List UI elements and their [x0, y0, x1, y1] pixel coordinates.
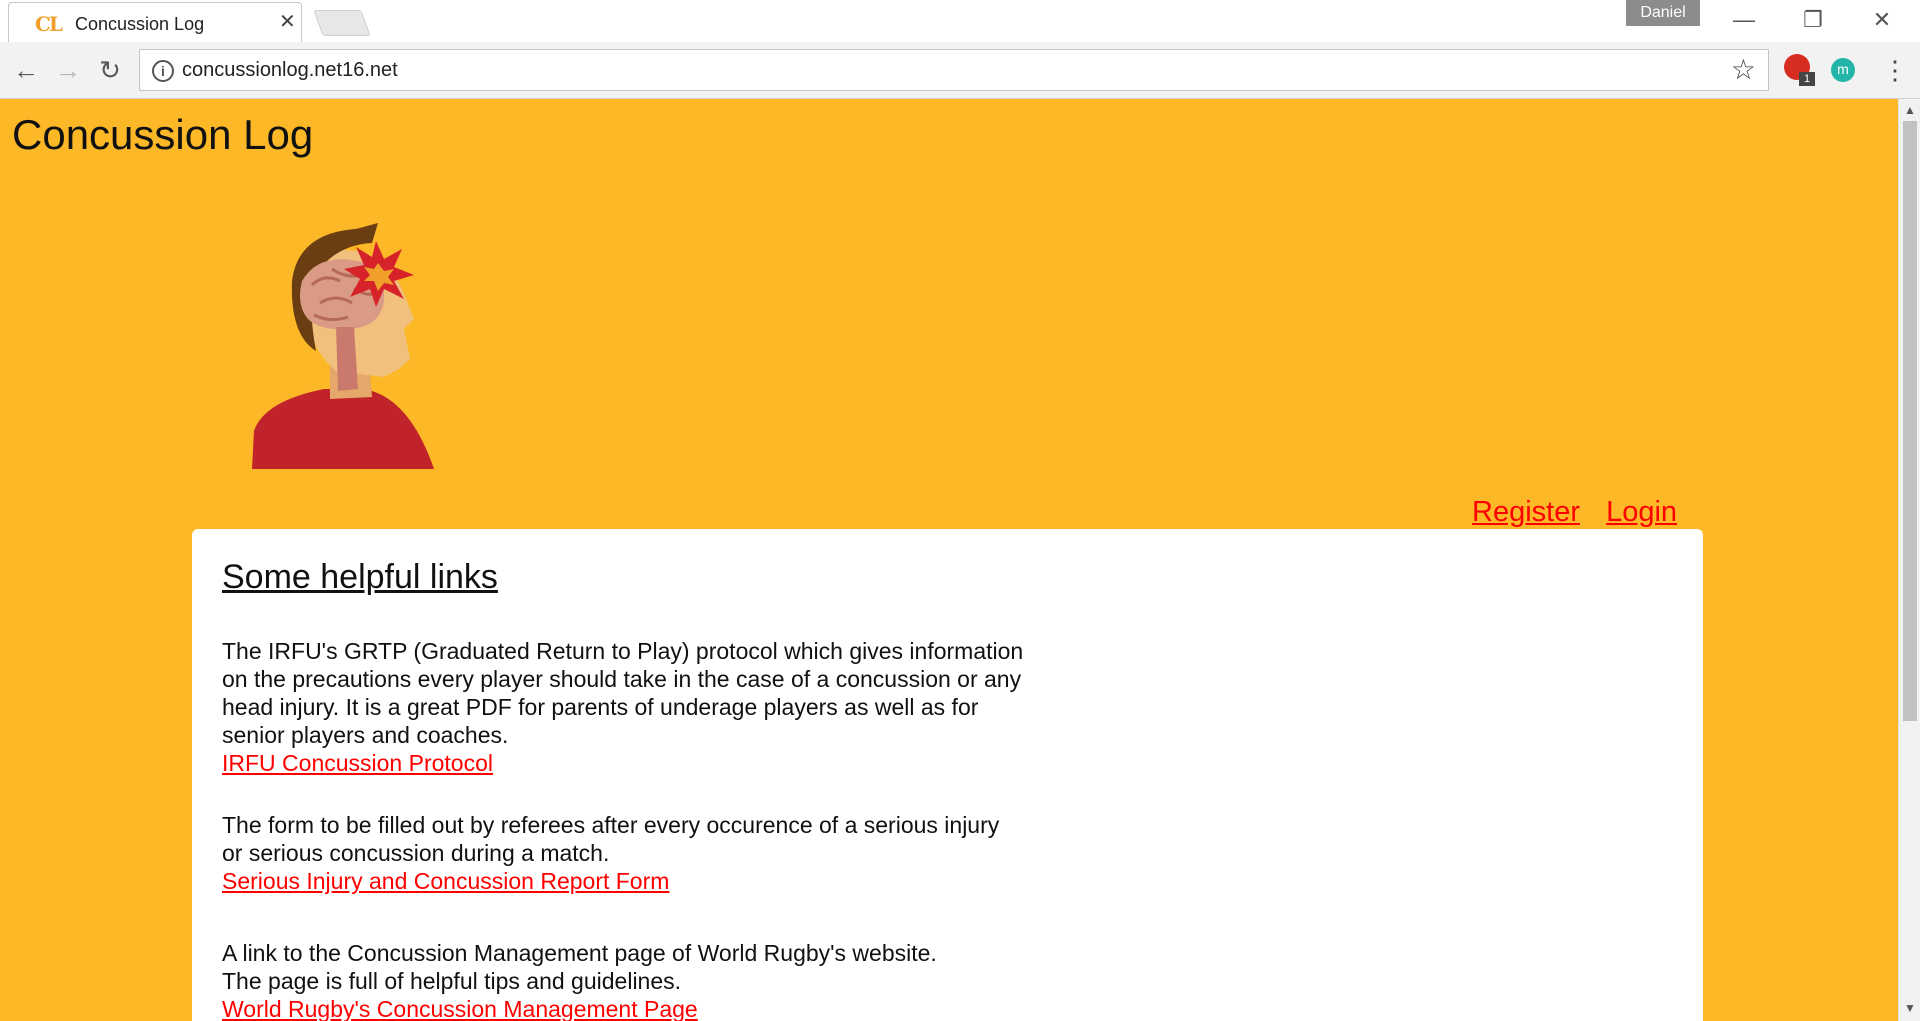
browser-toolbar: ← → ↻ i concussionlog.net16.net ☆ 1 m ⋮ [0, 42, 1920, 99]
browser-tab[interactable]: CL Concussion Log ✕ [8, 2, 302, 43]
profile-button[interactable]: Daniel [1626, 0, 1700, 26]
register-link[interactable]: Register [1472, 496, 1580, 528]
report-form-link[interactable]: Serious Injury and Concussion Report For… [222, 867, 1082, 895]
site-title: Concussion Log [12, 111, 314, 158]
info-icon[interactable]: i [152, 60, 174, 82]
panel-heading: Some helpful links [222, 558, 498, 596]
favicon-icon: CL [35, 12, 63, 36]
page-content: Concussion Log Register Login Some helpf… [0, 99, 1898, 1021]
tab-title: Concussion Log [75, 14, 205, 34]
forward-icon[interactable]: → [50, 52, 86, 88]
close-window-button[interactable]: ✕ [1852, 0, 1912, 40]
menu-icon[interactable]: ⋮ [1882, 56, 1908, 84]
extension2-icon[interactable]: m [1831, 58, 1855, 82]
scroll-up-icon[interactable]: ▲ [1904, 103, 1916, 117]
reload-icon[interactable]: ↻ [92, 52, 128, 88]
login-link[interactable]: Login [1606, 496, 1677, 528]
irfu-protocol-link[interactable]: IRFU Concussion Protocol [222, 749, 1082, 777]
scroll-down-icon[interactable]: ▼ [1904, 1001, 1916, 1015]
vertical-scrollbar[interactable]: ▲ ▼ [1898, 99, 1920, 1021]
auth-links: Register Login [1472, 496, 1695, 529]
url-text[interactable]: concussionlog.net16.net [182, 58, 398, 82]
browser-tab-strip: CL Concussion Log ✕ Daniel — ❐ ✕ [0, 0, 1920, 43]
extension-badge: 1 [1799, 72, 1815, 86]
new-tab-button[interactable] [313, 10, 371, 36]
star-icon[interactable]: ☆ [1731, 54, 1756, 86]
restore-button[interactable]: ❐ [1783, 0, 1843, 40]
helpful-links-panel: Some helpful links The IRFU's GRTP (Grad… [192, 529, 1703, 1021]
link-item-irfu: The IRFU's GRTP (Graduated Return to Pla… [222, 637, 1082, 777]
world-rugby-link[interactable]: World Rugby's Concussion Management Page [222, 995, 1082, 1021]
back-icon[interactable]: ← [8, 52, 44, 88]
link-item-world-rugby: A link to the Concussion Management page… [222, 939, 1082, 1021]
minimize-button[interactable]: — [1714, 0, 1774, 40]
link-item-report-form: The form to be filled out by referees af… [222, 811, 1082, 895]
item-text-line: on the precautions every player should t… [222, 666, 1022, 692]
item-text-line: or serious concussion during a match. [222, 840, 610, 866]
item-text-line: The form to be filled out by referees af… [222, 812, 1000, 838]
tab-close-icon[interactable]: ✕ [279, 11, 296, 33]
address-bar[interactable]: i concussionlog.net16.net ☆ [139, 49, 1769, 91]
item-text-line: A link to the Concussion Management page… [222, 940, 937, 966]
item-text-line: The IRFU's GRTP (Graduated Return to Pla… [222, 638, 1024, 664]
scroll-thumb[interactable] [1903, 121, 1917, 721]
concussion-logo [252, 223, 434, 469]
item-text-line: The page is full of helpful tips and gui… [222, 968, 682, 994]
item-text-line: head injury. It is a great PDF for paren… [222, 694, 979, 720]
item-text-line: senior players and coaches. [222, 722, 509, 748]
